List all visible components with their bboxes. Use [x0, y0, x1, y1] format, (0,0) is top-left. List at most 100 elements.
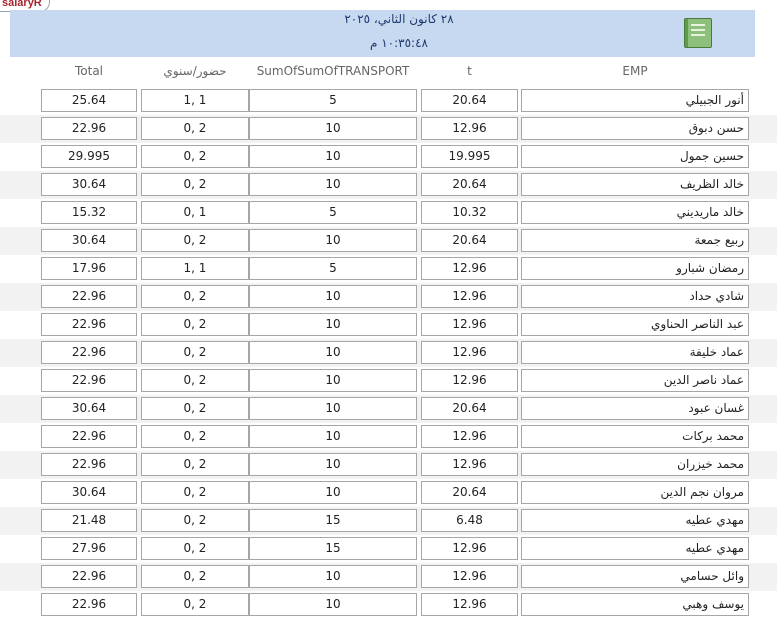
- cell-emp[interactable]: يوسف وهبي: [521, 593, 749, 616]
- cell-t[interactable]: 12.96: [421, 565, 518, 588]
- cell-t[interactable]: 20.64: [421, 481, 518, 504]
- cell-t[interactable]: 20.64: [421, 397, 518, 420]
- cell-transport[interactable]: 10: [249, 173, 417, 196]
- cell-total[interactable]: 30.64: [41, 481, 137, 504]
- cell-attendance[interactable]: 0, 1: [141, 201, 249, 224]
- cell-total[interactable]: 30.64: [41, 397, 137, 420]
- table-row: 22.96 0, 2 10 12.96 يوسف وهبي: [0, 591, 777, 619]
- cell-total[interactable]: 22.96: [41, 117, 137, 140]
- cell-transport[interactable]: 10: [249, 145, 417, 168]
- cell-attendance[interactable]: 0, 2: [141, 173, 249, 196]
- cell-attendance[interactable]: 0, 2: [141, 481, 249, 504]
- cell-attendance[interactable]: 0, 2: [141, 425, 249, 448]
- cell-attendance[interactable]: 0, 2: [141, 453, 249, 476]
- cell-total[interactable]: 22.96: [41, 593, 137, 616]
- cell-transport[interactable]: 5: [249, 257, 417, 280]
- cell-emp[interactable]: أنور الجبيلي: [521, 89, 749, 112]
- cell-transport[interactable]: 10: [249, 117, 417, 140]
- cell-emp[interactable]: وائل حسامي: [521, 565, 749, 588]
- cell-transport[interactable]: 10: [249, 229, 417, 252]
- cell-attendance[interactable]: 0, 2: [141, 565, 249, 588]
- cell-attendance[interactable]: 1, 1: [141, 257, 249, 280]
- cell-transport[interactable]: 10: [249, 285, 417, 308]
- cell-emp[interactable]: عبد الناصر الحناوي: [521, 313, 749, 336]
- cell-transport[interactable]: 5: [249, 89, 417, 112]
- cell-attendance[interactable]: 0, 2: [141, 593, 249, 616]
- cell-emp[interactable]: مهدي عطيه: [521, 509, 749, 532]
- cell-transport[interactable]: 10: [249, 453, 417, 476]
- cell-t[interactable]: 12.96: [421, 453, 518, 476]
- cell-total[interactable]: 21.48: [41, 509, 137, 532]
- cell-transport[interactable]: 10: [249, 313, 417, 336]
- cell-attendance[interactable]: 0, 2: [141, 341, 249, 364]
- cell-t[interactable]: 20.64: [421, 89, 518, 112]
- cell-total[interactable]: 27.96: [41, 537, 137, 560]
- cell-t[interactable]: 19.995: [421, 145, 518, 168]
- cell-transport[interactable]: 15: [249, 537, 417, 560]
- cell-t[interactable]: 12.96: [421, 369, 518, 392]
- table-row: 30.64 0, 2 10 20.64 خالد الظريف: [0, 171, 777, 199]
- cell-total[interactable]: 29.995: [41, 145, 137, 168]
- cell-emp[interactable]: مهدي عطيه: [521, 537, 749, 560]
- cell-total[interactable]: 22.96: [41, 453, 137, 476]
- table-row: 22.96 0, 2 10 12.96 عماد ناصر الدين: [0, 367, 777, 395]
- cell-total[interactable]: 30.64: [41, 173, 137, 196]
- cell-total[interactable]: 17.96: [41, 257, 137, 280]
- cell-attendance[interactable]: 0, 2: [141, 397, 249, 420]
- cell-transport[interactable]: 15: [249, 509, 417, 532]
- cell-transport[interactable]: 5: [249, 201, 417, 224]
- cell-total[interactable]: 30.64: [41, 229, 137, 252]
- cell-t[interactable]: 20.64: [421, 173, 518, 196]
- cell-emp[interactable]: حسن دبوق: [521, 117, 749, 140]
- cell-emp[interactable]: عماد ناصر الدين: [521, 369, 749, 392]
- cell-transport[interactable]: 10: [249, 593, 417, 616]
- cell-transport[interactable]: 10: [249, 425, 417, 448]
- cell-total[interactable]: 25.64: [41, 89, 137, 112]
- cell-emp[interactable]: محمد خيزران: [521, 453, 749, 476]
- cell-total[interactable]: 22.96: [41, 425, 137, 448]
- cell-t[interactable]: 12.96: [421, 313, 518, 336]
- cell-t[interactable]: 10.32: [421, 201, 518, 224]
- cell-transport[interactable]: 10: [249, 481, 417, 504]
- cell-transport[interactable]: 10: [249, 397, 417, 420]
- cell-emp[interactable]: رمضان شبارو: [521, 257, 749, 280]
- cell-total[interactable]: 22.96: [41, 341, 137, 364]
- cell-attendance[interactable]: 0, 2: [141, 285, 249, 308]
- cell-t[interactable]: 12.96: [421, 537, 518, 560]
- cell-emp[interactable]: مروان نجم الدين: [521, 481, 749, 504]
- table-row: 25.64 1, 1 5 20.64 أنور الجبيلي: [0, 87, 777, 115]
- cell-t[interactable]: 12.96: [421, 425, 518, 448]
- cell-total[interactable]: 22.96: [41, 285, 137, 308]
- cell-emp[interactable]: خالد الظريف: [521, 173, 749, 196]
- cell-t[interactable]: 12.96: [421, 285, 518, 308]
- cell-t[interactable]: 20.64: [421, 229, 518, 252]
- cell-transport[interactable]: 10: [249, 341, 417, 364]
- cell-attendance[interactable]: 0, 2: [141, 313, 249, 336]
- cell-t[interactable]: 12.96: [421, 593, 518, 616]
- cell-total[interactable]: 22.96: [41, 369, 137, 392]
- cell-emp[interactable]: غسان عبود: [521, 397, 749, 420]
- cell-attendance[interactable]: 0, 2: [141, 509, 249, 532]
- cell-emp[interactable]: عماد خليفة: [521, 341, 749, 364]
- cell-total[interactable]: 15.32: [41, 201, 137, 224]
- cell-attendance[interactable]: 0, 2: [141, 117, 249, 140]
- cell-attendance[interactable]: 1, 1: [141, 89, 249, 112]
- cell-attendance[interactable]: 0, 2: [141, 145, 249, 168]
- cell-emp[interactable]: خالد ماريديني: [521, 201, 749, 224]
- cell-emp[interactable]: حسين جمول: [521, 145, 749, 168]
- table-row: 22.96 0, 2 10 12.96 شادي حداد: [0, 283, 777, 311]
- cell-emp[interactable]: شادي حداد: [521, 285, 749, 308]
- cell-attendance[interactable]: 0, 2: [141, 229, 249, 252]
- cell-transport[interactable]: 10: [249, 369, 417, 392]
- cell-attendance[interactable]: 0, 2: [141, 369, 249, 392]
- cell-t[interactable]: 6.48: [421, 509, 518, 532]
- cell-total[interactable]: 22.96: [41, 313, 137, 336]
- cell-emp[interactable]: ربيع جمعة: [521, 229, 749, 252]
- cell-t[interactable]: 12.96: [421, 257, 518, 280]
- cell-total[interactable]: 22.96: [41, 565, 137, 588]
- cell-transport[interactable]: 10: [249, 565, 417, 588]
- cell-t[interactable]: 12.96: [421, 341, 518, 364]
- cell-attendance[interactable]: 0, 2: [141, 537, 249, 560]
- cell-emp[interactable]: محمد بركات: [521, 425, 749, 448]
- cell-t[interactable]: 12.96: [421, 117, 518, 140]
